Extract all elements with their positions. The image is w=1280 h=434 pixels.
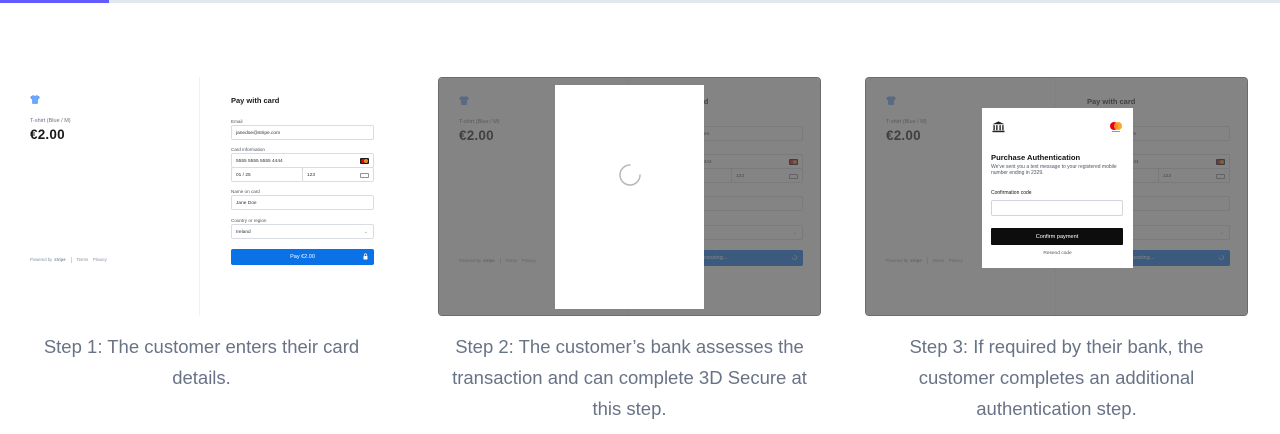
bank-icon — [992, 121, 1005, 133]
loading-spinner-icon — [619, 164, 641, 186]
payment-form: Pay with card Email janedoe@stripe.com C… — [231, 77, 374, 316]
card-number-field[interactable]: 5555 5555 5555 4444 — [231, 153, 374, 168]
card-expiry-cvc-row: 01 / 25 123 — [231, 167, 374, 182]
email-value: janedoe@stripe.com — [236, 130, 281, 136]
progress-fill — [0, 0, 109, 3]
email-label: Email — [231, 119, 243, 124]
card-cvc-value: 123 — [307, 172, 316, 178]
step-2-caption: Step 2: The customer’s bank assesses the… — [452, 336, 807, 419]
footer-divider — [70, 257, 72, 263]
card-number-value: 5555 5555 5555 4444 — [236, 158, 283, 164]
step-3-caption: Step 3: If required by their bank, the c… — [909, 336, 1204, 419]
auth-title: Purchase Authentication — [991, 153, 1081, 162]
step-1-screenshot: T-shirt (Blue / M) €2.00 Powered by strip… — [10, 77, 393, 316]
order-summary: T-shirt (Blue / M) €2.00 Powered bystrip… — [10, 77, 200, 316]
stripe-logo: stripe — [54, 257, 66, 263]
tshirt-icon — [30, 95, 40, 104]
country-select[interactable]: Ireland ⌄ — [231, 224, 374, 239]
confirm-payment-button[interactable]: Confirm payment — [991, 228, 1123, 245]
checkout-page: T-shirt (Blue / M) €2.00 Powered bystrip… — [10, 77, 393, 316]
product-price: €2.00 — [30, 127, 65, 142]
cvc-icon — [360, 173, 369, 178]
pay-button[interactable]: Pay €2.00 — [231, 249, 374, 265]
email-field[interactable]: janedoe@stripe.com — [231, 125, 374, 140]
progress-track — [0, 0, 1280, 3]
powered-by-text: Powered by — [30, 257, 53, 263]
bank-loading-modal — [555, 85, 704, 309]
step-1-caption: Step 1: The customer enters their card d… — [43, 336, 360, 388]
confirmation-code-label: Confirmation code — [991, 190, 1032, 196]
name-on-card-label: Name on card — [231, 189, 260, 194]
auth-description: We've sent you a text message to your re… — [991, 164, 1117, 177]
checkout-footer: Powered bystripe Terms Privacy — [30, 257, 112, 263]
purchase-authentication-modal: Purchase Authentication We've sent you a … — [982, 108, 1133, 268]
pay-button-label: Pay €2.00 — [290, 254, 315, 260]
mastercard-icon — [360, 158, 369, 164]
terms-link[interactable]: Terms — [77, 257, 88, 262]
step-3-screenshot: T-shirt (Blue / M) €2.00 Powered bystrip… — [865, 77, 1248, 316]
country-value: Ireland — [236, 229, 251, 235]
card-info-label: Card information — [231, 147, 265, 152]
name-on-card-field[interactable]: Jane Doe — [231, 195, 374, 210]
pay-with-card-title: Pay with card — [231, 96, 280, 105]
mastercard-icon — [1110, 122, 1122, 132]
product-name: T-shirt (Blue / M) — [30, 118, 71, 124]
card-cvc-field[interactable]: 123 — [302, 167, 374, 182]
chevron-down-icon: ⌄ — [363, 229, 368, 235]
confirmation-code-input[interactable] — [991, 200, 1123, 216]
resend-code-link[interactable]: Resend code — [982, 251, 1133, 256]
lock-icon — [363, 253, 368, 260]
card-expiry-value: 01 / 25 — [236, 172, 251, 178]
privacy-link[interactable]: Privacy — [93, 257, 107, 262]
country-label: Country or region — [231, 218, 267, 223]
name-on-card-value: Jane Doe — [236, 200, 257, 206]
card-expiry-field[interactable]: 01 / 25 — [231, 167, 303, 182]
step-2-screenshot: T-shirt (Blue / M) €2.00 Powered bystrip… — [438, 77, 821, 316]
